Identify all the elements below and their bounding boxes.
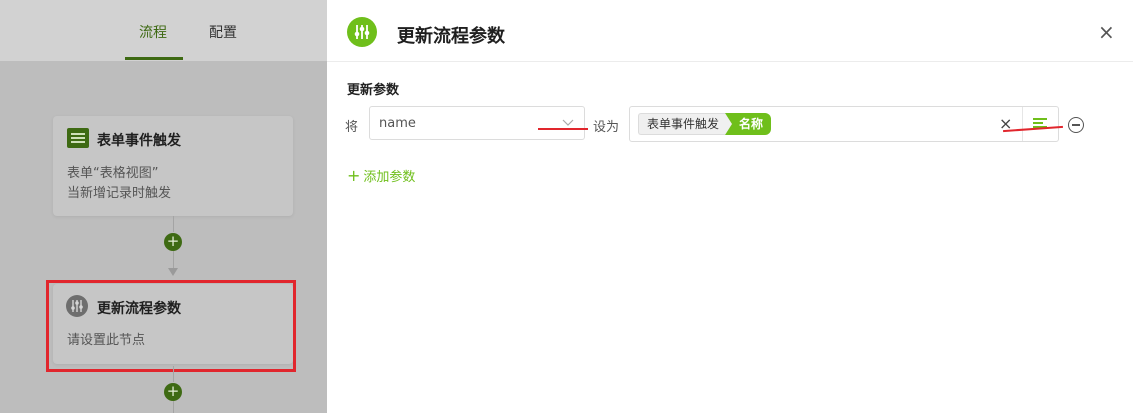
add-param-label: 添加参数 [363,170,416,185]
add-node-button[interactable]: + [164,383,182,401]
close-icon[interactable]: × [1098,22,1115,42]
panel-title: 更新流程参数 [397,26,505,47]
annotation-highlight-box [46,280,296,372]
chip-field-name: 名称 [725,113,772,135]
add-param-button[interactable]: + 添加参数 [347,166,415,185]
chip-source-node: 表单事件触发 [638,113,726,135]
connector-line [173,401,174,413]
flow-arrow [168,268,178,276]
connector-line [173,216,174,232]
node-config-panel: 更新流程参数 × 更新参数 将 name 设为 表单事件触发 名称 × + 添加参… [327,0,1133,413]
tab-flow[interactable]: 流程 [139,22,167,42]
plus-icon: + [347,166,361,185]
param-select-value: name [379,116,416,131]
connector-line [173,251,174,268]
active-tab-indicator [125,57,183,60]
insert-field-icon[interactable] [1023,107,1059,141]
field-reference-chip[interactable]: 表单事件触发 名称 [638,113,772,135]
annotation-underline [538,128,588,130]
remove-circle-icon[interactable] [1068,117,1084,133]
panel-header: 更新流程参数 × [327,0,1133,62]
connector-line [173,366,174,382]
sliders-icon [347,17,377,47]
flow-tab-bar: 流程 配置 [0,0,327,61]
table-icon [67,128,89,148]
param-select[interactable]: name [369,106,585,140]
row-middle-label: 设为 [593,120,620,135]
trigger-node-title: 表单事件触发 [97,133,181,149]
tab-config[interactable]: 配置 [209,22,237,42]
section-label: 更新参数 [347,83,400,98]
param-value-input[interactable]: 表单事件触发 名称 × [629,106,1059,142]
row-prefix-label: 将 [345,120,359,135]
add-node-button[interactable]: + [164,233,182,251]
trigger-node-desc-1: 表单“表格视图” [67,166,159,181]
flow-canvas: 流程 配置 表单事件触发 表单“表格视图” 当新增记录时触发 + 更新流程参数 … [0,0,327,413]
trigger-node-card[interactable]: 表单事件触发 表单“表格视图” 当新增记录时触发 [53,116,293,216]
trigger-node-desc-2: 当新增记录时触发 [67,186,172,201]
